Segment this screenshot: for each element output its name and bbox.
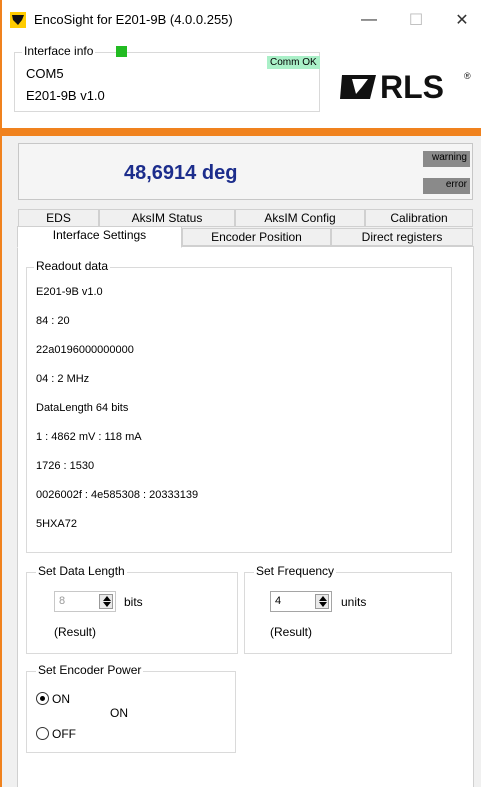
data-length-unit: bits — [124, 595, 143, 609]
rls-logo-text: RLS — [380, 69, 444, 105]
title-bar[interactable]: EncoSight for E201-9B (4.0.0.255) — ☐ ✕ — [2, 0, 481, 40]
readout-line: 84 : 20 — [36, 315, 70, 327]
comm-status-badge: Comm OK — [267, 56, 320, 69]
tab-direct-registers[interactable]: Direct registers — [331, 228, 473, 246]
power-off-label[interactable]: OFF — [52, 727, 76, 741]
connection-led-icon — [116, 46, 127, 57]
frequency-value: 4 — [275, 595, 282, 607]
set-frequency-legend: Set Frequency — [254, 564, 337, 578]
frequency-stepper[interactable]: 4 — [270, 591, 332, 612]
error-indicator: error — [423, 178, 470, 194]
power-state-label: ON — [110, 706, 128, 720]
tab-interface-settings[interactable]: Interface Settings — [17, 226, 182, 248]
power-on-radio[interactable] — [36, 692, 49, 705]
readout-line: 5HXA72 — [36, 518, 77, 530]
readout-line: 1726 : 1530 — [36, 460, 95, 472]
readout-line: E201-9B v1.0 — [36, 286, 103, 298]
data-length-spin-icon[interactable] — [99, 594, 113, 609]
set-encoder-power-legend: Set Encoder Power — [36, 663, 144, 677]
window-title: EncoSight for E201-9B (4.0.0.255) — [34, 12, 233, 27]
data-length-value: 8 — [59, 595, 66, 607]
readout-data-legend: Readout data — [34, 259, 111, 273]
device-name-label: E201-9B v1.0 — [26, 88, 105, 103]
readout-line: 0026002f : 4e585308 : 20333139 — [36, 489, 199, 501]
rls-logo: RLS ® — [340, 65, 472, 112]
tab-aksim-config[interactable]: AksIM Config — [235, 209, 365, 227]
tab-aksim-status[interactable]: AksIM Status — [99, 209, 235, 227]
power-on-label[interactable]: ON — [52, 692, 70, 706]
angle-value: 48,6914 deg — [124, 162, 238, 184]
readout-line: 1 : 4862 mV : 118 mA — [36, 431, 142, 443]
readout-line: 04 : 2 MHz — [36, 373, 90, 385]
frequency-result: (Result) — [270, 625, 313, 639]
minimize-button[interactable]: — — [351, 6, 387, 34]
power-off-radio[interactable] — [36, 727, 49, 740]
rls-logo-icon: RLS ® — [340, 69, 471, 105]
data-length-result: (Result) — [54, 625, 97, 639]
tab-eds[interactable]: EDS — [18, 209, 99, 227]
warning-indicator: warning — [423, 151, 470, 167]
set-frequency-group — [244, 572, 452, 654]
readout-line: DataLength 64 bits — [36, 402, 129, 414]
maximize-button[interactable]: ☐ — [398, 6, 434, 34]
interface-info-legend: Interface info — [22, 44, 96, 58]
angle-readout-box — [18, 143, 473, 200]
tab-encoder-position[interactable]: Encoder Position — [182, 228, 331, 246]
readout-line: 22a0196000000000 — [36, 344, 134, 356]
frequency-spin-icon[interactable] — [315, 594, 329, 609]
set-data-length-group — [26, 572, 238, 654]
close-button[interactable]: ✕ — [444, 6, 480, 34]
com-port-label: COM5 — [26, 66, 64, 81]
tab-calibration[interactable]: Calibration — [365, 209, 473, 227]
accent-bar — [2, 128, 481, 136]
frequency-unit: units — [341, 595, 367, 609]
rls-logo-registered-mark: ® — [464, 71, 471, 81]
data-length-stepper[interactable]: 8 — [54, 591, 116, 612]
app-logo-icon — [10, 12, 26, 28]
set-data-length-legend: Set Data Length — [36, 564, 127, 578]
